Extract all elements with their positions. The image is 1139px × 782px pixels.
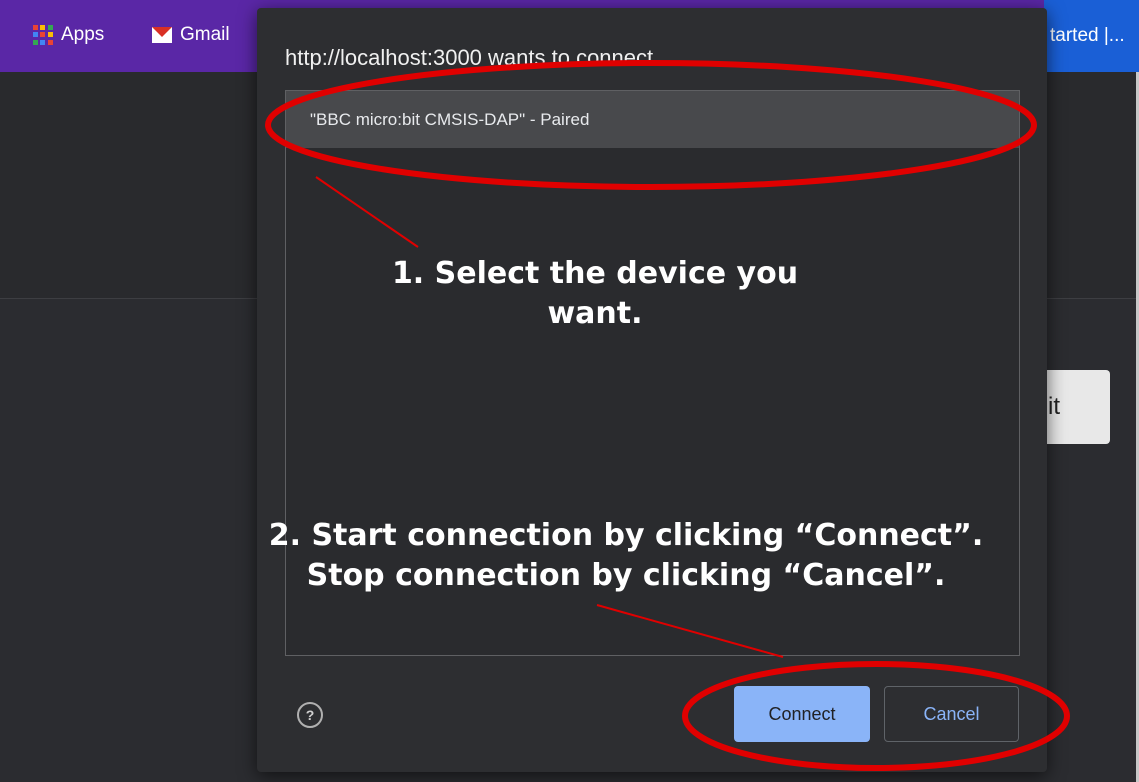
bookmark-getting-started[interactable]: tarted |... <box>1044 0 1139 72</box>
help-icon[interactable]: ? <box>297 702 323 728</box>
annotation-step-1-line-1: 1. Select the device you <box>391 256 799 291</box>
annotation-step-1-line-2: want. <box>547 296 643 331</box>
annotation-step-2-line-1: 2. Start connection by clicking “Connect… <box>268 518 984 553</box>
annotation-step-2: 2. Start connection by clicking “Connect… <box>266 516 986 596</box>
bookmark-gmail[interactable]: Gmail <box>152 24 230 46</box>
bookmark-apps[interactable]: Apps <box>33 24 104 46</box>
device-list-item[interactable]: "BBC micro:bit CMSIS-DAP" - Paired <box>286 91 1019 148</box>
annotation-step-1: 1. Select the device you want. <box>360 254 830 334</box>
apps-grid-icon <box>33 25 53 45</box>
bookmark-gmail-label: Gmail <box>180 24 230 45</box>
gmail-icon <box>152 27 172 43</box>
cancel-button[interactable]: Cancel <box>884 686 1019 742</box>
annotation-step-2-line-2: Stop connection by clicking “Cancel”. <box>306 558 946 593</box>
connect-button[interactable]: Connect <box>734 686 870 742</box>
bookmark-apps-label: Apps <box>61 24 105 45</box>
dialog-title: http://localhost:3000 wants to connect <box>285 45 654 70</box>
